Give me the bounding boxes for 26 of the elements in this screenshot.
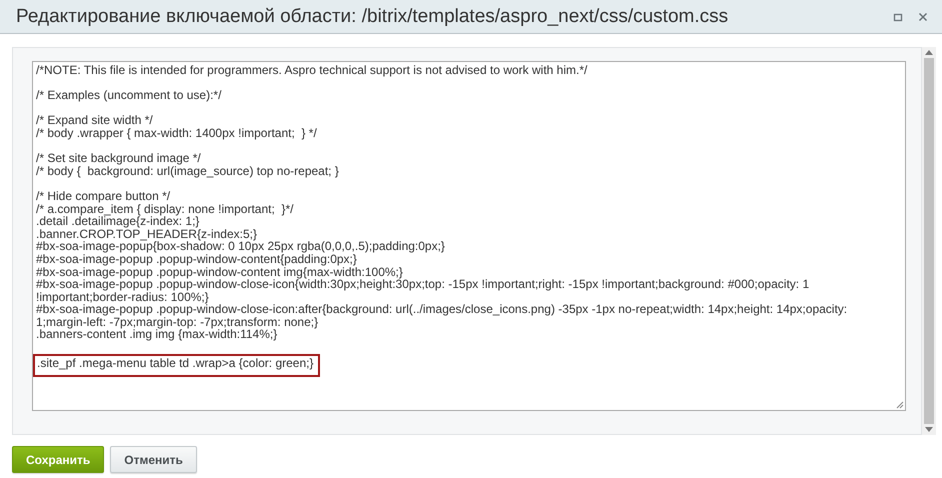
code-line: /* Set site background image */ xyxy=(36,152,202,165)
code-line: .banners-content .img img {max-width:114%;} xyxy=(36,328,278,342)
code-line: /*NOTE: This file is intended for programmers. Aspro technical support is not advised to work with him.*/ xyxy=(36,64,588,77)
cancel-button[interactable]: Отменить xyxy=(110,446,197,473)
code-line: .banner.CROP.TOP_HEADER{z-index:5;} xyxy=(36,228,258,240)
scrollbar[interactable] xyxy=(922,47,936,435)
resize-grip-icon[interactable] xyxy=(895,400,904,409)
code-line: #bx-soa-image-popup .popup-window-content{padding:0px;} xyxy=(36,252,357,266)
scroll-down-icon[interactable] xyxy=(925,427,933,432)
code-line: #bx-soa-image-popup .popup-window-close-icon{width:30px;height:30px;top: -15px !important;right: -15px !important;background: #000;opacity: 1 !important;border-radius: 100%;} xyxy=(36,278,810,304)
code-line: /* body .wrapper { max-width: 1400px !important; } */ xyxy=(36,126,318,140)
code-line: /* Hide compare button */ xyxy=(36,190,172,203)
code-line: /* body { background: url(image_source) top no-repeat; } xyxy=(36,164,340,178)
maximize-icon[interactable] xyxy=(893,12,903,22)
scroll-up-icon[interactable] xyxy=(925,50,933,55)
code-line: /* Expand site width */ xyxy=(36,114,154,127)
code-line: #bx-soa-image-popup{box-shadow: 0 10px 25px rgba(0,0,0,.5);padding:0px;} xyxy=(36,240,446,253)
code-line: #bx-soa-image-popup .popup-window-close-icon:after{background: url(../images/close_icons.png) -35px -1px no-repeat;width: 14px;height: 14px;opacity: 1;margin-left: -7px;margin-top: -7px;transform: none;} xyxy=(36,303,848,328)
code-line: /* Examples (uncomment to use):*/ xyxy=(36,89,222,102)
scrollbar-thumb[interactable] xyxy=(924,58,934,424)
close-icon[interactable] xyxy=(918,12,928,22)
code-line: #bx-soa-image-popup .popup-window-content img{max-width:100%;} xyxy=(36,266,403,278)
code-line: .detail .detailimage{z-index: 1;} xyxy=(36,215,200,228)
code-line: /* a.compare_item { display: none !important; }*/ xyxy=(36,202,294,216)
window-title: Редактирование включаемой области: /bitrix/templates/aspro_next/css/custom.css xyxy=(16,6,730,28)
code-line: .site_pf .mega-menu table td .wrap>a {color: green;} xyxy=(37,356,314,370)
